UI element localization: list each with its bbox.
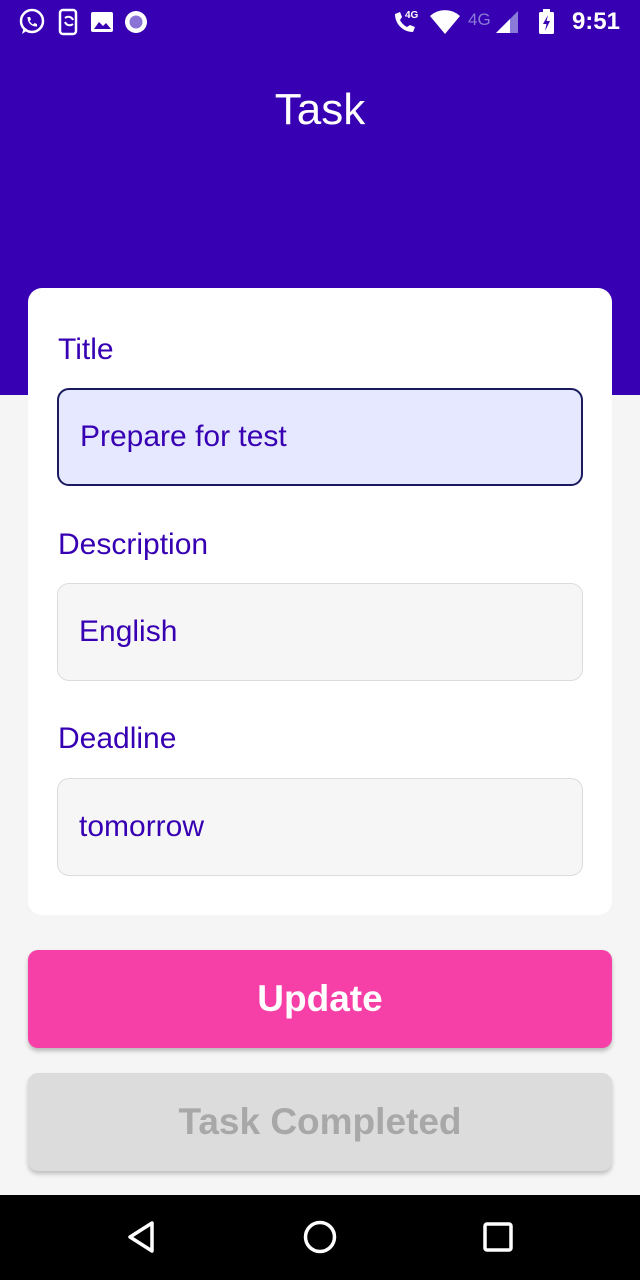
task-form-card: Title Prepare for test Description Engli…: [28, 288, 612, 915]
whatsapp-icon: [18, 8, 46, 36]
back-icon[interactable]: [120, 1215, 164, 1259]
deadline-field-value: tomorrow: [79, 810, 205, 843]
task-completed-button-label: Task Completed: [178, 1101, 462, 1142]
update-button-label: Update: [257, 978, 383, 1019]
status-time: 9:51: [571, 8, 620, 35]
update-button[interactable]: Update: [28, 950, 612, 1048]
network-text: 4G: [468, 10, 491, 29]
phone-sync-icon: [55, 8, 83, 36]
record-icon: [123, 8, 151, 36]
deadline-label: Deadline: [58, 722, 177, 755]
volte-text: 4G: [405, 10, 419, 21]
home-icon[interactable]: [298, 1215, 342, 1259]
description-field-value: English: [79, 615, 178, 648]
title-field[interactable]: Prepare for test: [57, 388, 583, 486]
task-completed-button[interactable]: Task Completed: [28, 1073, 612, 1171]
signal-4g-icon: 4G: [466, 8, 522, 36]
recents-icon[interactable]: [476, 1215, 520, 1259]
call-4g-icon: 4G: [392, 8, 422, 36]
wifi-icon: [428, 8, 462, 36]
deadline-field[interactable]: tomorrow: [57, 778, 583, 876]
description-field[interactable]: English: [57, 583, 583, 681]
title-label: Title: [58, 333, 114, 366]
battery-icon: [536, 8, 558, 36]
description-label: Description: [58, 528, 209, 561]
status-bar: 4G 4G 9:51: [0, 0, 640, 44]
image-icon: [89, 8, 117, 36]
page-title: Task: [274, 85, 366, 134]
task-screen: 4G 4G 9:51 Task Title Prepare for test D…: [0, 0, 640, 1280]
navigation-bar: [0, 1195, 640, 1280]
title-field-value: Prepare for test: [80, 420, 287, 453]
